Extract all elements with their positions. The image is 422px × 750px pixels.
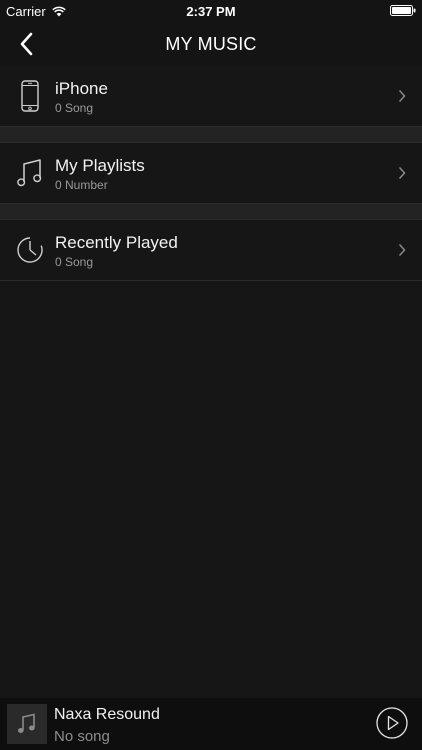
chevron-right-icon: [398, 89, 406, 103]
list-item-title: iPhone: [55, 79, 108, 98]
chevron-right-icon: [398, 166, 406, 180]
list-item-subtitle: 0 Song: [55, 101, 94, 115]
chevron-right-icon: [398, 243, 406, 257]
list-item-iphone[interactable]: iPhone 0 Song: [0, 66, 422, 126]
section-divider: [0, 126, 422, 143]
status-bar: Carrier 2:37 PM: [0, 0, 422, 22]
player-subtitle: No song: [54, 728, 110, 745]
page-title: MY MUSIC: [165, 34, 257, 54]
status-time: 2:37 PM: [186, 4, 236, 19]
play-icon: [387, 715, 399, 731]
music-note-icon: [18, 713, 35, 733]
album-art: [7, 704, 47, 744]
list-bottom-divider: [0, 280, 422, 281]
list-item-my-playlists[interactable]: My Playlists 0 Number: [0, 143, 422, 203]
music-note-icon: [14, 155, 46, 191]
phone-icon: [14, 78, 46, 114]
list-item-recently-played[interactable]: Recently Played 0 Song: [0, 220, 422, 280]
player-title: Naxa Resound: [54, 706, 160, 723]
list-item-title: My Playlists: [55, 156, 145, 175]
battery-icon: [390, 5, 416, 16]
list-item-title: Recently Played: [55, 233, 178, 252]
mini-player[interactable]: Naxa Resound No song: [0, 698, 422, 750]
list-item-subtitle: 0 Number: [55, 178, 108, 192]
nav-bar: MY MUSIC: [0, 22, 422, 66]
clock-icon: [14, 232, 46, 268]
section-divider: [0, 203, 422, 220]
list-item-subtitle: 0 Song: [55, 255, 94, 269]
play-button[interactable]: [376, 707, 408, 739]
